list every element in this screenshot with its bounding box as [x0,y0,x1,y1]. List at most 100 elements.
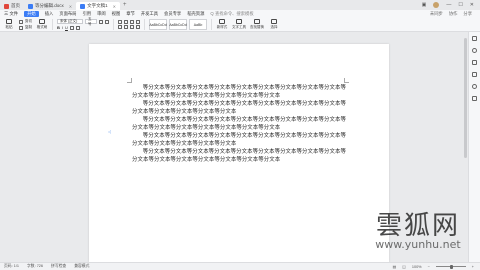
margin-corner-mark [127,78,132,83]
menu-item-0[interactable]: 开始 [24,11,39,17]
zoom-slider[interactable] [435,264,466,269]
close-icon[interactable]: ✕ [69,4,72,9]
compat-mode: 兼容模式 [74,264,90,268]
search-commands[interactable]: Q 查找命令、搜索模板 [210,11,253,17]
tab-label: 首页 [11,3,20,8]
align-right-icon[interactable] [130,25,134,29]
highlight-icon[interactable] [75,25,80,30]
view-mode-icon[interactable]: ▤ [393,264,397,269]
italic-button[interactable]: I [62,25,63,30]
underline-button[interactable]: U [65,25,68,30]
tab-label: 等分编辑.docx [35,3,64,8]
brush-icon [39,19,45,24]
avatar[interactable] [433,2,440,8]
share-button[interactable]: 分享 [463,11,472,17]
font-color-icon[interactable] [69,25,74,30]
scissors-icon [19,19,23,24]
close-icon[interactable]: ✕ [113,4,116,9]
settings-icon[interactable] [472,36,477,41]
paste-button[interactable]: 粘贴 [3,19,15,30]
justify-icon[interactable] [136,25,140,29]
paragraph-marker-icon: ◁ [108,129,112,134]
style-normal[interactable]: AaBbCcDd [149,19,167,30]
document-page[interactable]: 等分文本等分文本等分文本等分文本等分文本等分文本等分文本等分文本等分文本等分文本… [89,44,389,262]
ribbon-toolbar: 粘贴 剪切 复制 格式刷 宋体 (正文) 五号 B I U AaBbCcDd A… [0,17,480,32]
menu-item-9[interactable]: 稻壳资源 [187,11,204,17]
align-left-icon[interactable] [118,25,122,29]
paste-icon [6,19,12,24]
align-center-icon[interactable] [124,25,128,29]
font-size-select[interactable]: 五号 [85,17,97,26]
shrink-font-icon[interactable] [105,19,109,24]
numbering-icon[interactable] [124,20,128,24]
indent-icon[interactable] [130,20,134,24]
title-bar: 首页 等分编辑.docx ✕ 文字文稿1 ✕ + ▣ — ☐ ✕ [0,0,480,10]
tab-document-1[interactable]: 等分编辑.docx ✕ [24,2,76,10]
document-body[interactable]: 等分文本等分文本等分文本等分文本等分文本等分文本等分文本等分文本等分文本等分文本… [132,84,347,164]
doc-icon [80,3,86,9]
menu-item-5[interactable]: 视图 [112,11,121,17]
minimize-icon[interactable]: — [446,2,451,8]
page-count[interactable]: 页码: 1/1 [4,264,19,269]
grow-font-icon[interactable] [99,19,103,24]
style-heading-2[interactable]: AaBb [189,19,207,30]
zoom-slider-thumb[interactable] [449,264,453,269]
help-icon[interactable] [472,84,477,89]
search-icon [254,19,260,24]
status-bar: 页码: 1/1 字数: 726 拼写检查 兼容模式 ▤ ◫ 100% − + [0,262,480,270]
maximize-icon[interactable]: ☐ [458,2,462,8]
bullets-icon[interactable] [118,20,122,24]
share-icon[interactable] [472,96,477,101]
layout-icon[interactable]: ▣ [422,2,427,8]
web-view-icon[interactable]: ◫ [402,264,406,269]
paragraph[interactable]: 等分文本等分文本等分文本等分文本等分文本等分文本等分文本等分文本等分文本等分文本… [132,116,347,132]
new-style-button[interactable]: 新样式 [216,19,228,30]
paragraph[interactable]: 等分文本等分文本等分文本等分文本等分文本等分文本等分文本等分文本等分文本等分文本… [132,148,347,164]
menu-item-2[interactable]: 页面布局 [59,11,76,17]
sync-status[interactable]: 未同步 [430,11,443,17]
edit-icon[interactable] [472,60,477,65]
menu-file[interactable]: 三 文件 [4,11,18,17]
close-window-icon[interactable]: ✕ [470,2,474,8]
tab-document-2[interactable]: 文字文稿1 ✕ [76,2,120,10]
zoom-in-icon[interactable]: + [472,265,474,269]
style-heading-1[interactable]: AaBbCcDd [169,19,187,30]
zoom-level[interactable]: 100% [412,265,422,269]
menu-item-6[interactable]: 章节 [126,11,135,17]
format-painter-button[interactable]: 格式刷 [36,19,48,30]
select-button[interactable]: 选择 [268,19,280,30]
font-name-select[interactable]: 宋体 (正文) [57,19,83,24]
paragraph[interactable]: 等分文本等分文本等分文本等分文本等分文本等分文本等分文本等分文本等分文本等分文本… [132,84,347,100]
paragraph[interactable]: 等分文本等分文本等分文本等分文本等分文本等分文本等分文本等分文本等分文本等分文本… [132,100,347,116]
style-icon [219,19,225,24]
menu-bar: 三 文件 开始 插入 页面布局 引用 审阅 视图 章节 开发工具 会员专享 稻壳… [0,10,480,18]
tab-home[interactable]: 首页 [0,2,24,10]
menu-item-4[interactable]: 审阅 [97,11,106,17]
watermark: 雲狐网 www.yunhu.net [358,205,478,251]
watermark-chinese: 雲狐网 [375,211,460,241]
spell-check[interactable]: 拼写检查 [51,264,66,269]
paragraph[interactable]: 等分文本等分文本等分文本等分文本等分文本等分文本等分文本等分文本等分文本等分文本… [132,132,347,148]
menu-item-7[interactable]: 开发工具 [141,11,158,17]
margin-corner-mark [344,78,349,83]
find-replace-button[interactable]: 查找替换 [250,19,264,30]
text-tools-button[interactable]: 文字工具 [232,19,246,30]
collaborate-button[interactable]: 协作 [449,11,458,17]
bold-button[interactable]: B [57,25,60,30]
watermark-url: www.yunhu.net [375,238,461,251]
menu-item-8[interactable]: 会员专享 [164,11,181,17]
shield-icon[interactable] [472,72,477,77]
tab-label: 文字文稿1 [87,3,108,8]
zoom-out-icon[interactable]: − [428,265,430,269]
word-count[interactable]: 字数: 726 [27,264,43,269]
target-icon[interactable] [472,48,477,53]
text-tools-icon [236,19,242,24]
menu-item-1[interactable]: 插入 [45,11,54,17]
cursor-icon [271,19,277,24]
cut-button[interactable]: 剪切 [19,19,32,24]
new-tab-button[interactable]: + [120,2,130,8]
copy-button[interactable]: 复制 [19,25,32,30]
vertical-scrollbar[interactable] [464,38,467,158]
doc-icon [28,3,33,9]
outdent-icon[interactable] [136,20,140,24]
